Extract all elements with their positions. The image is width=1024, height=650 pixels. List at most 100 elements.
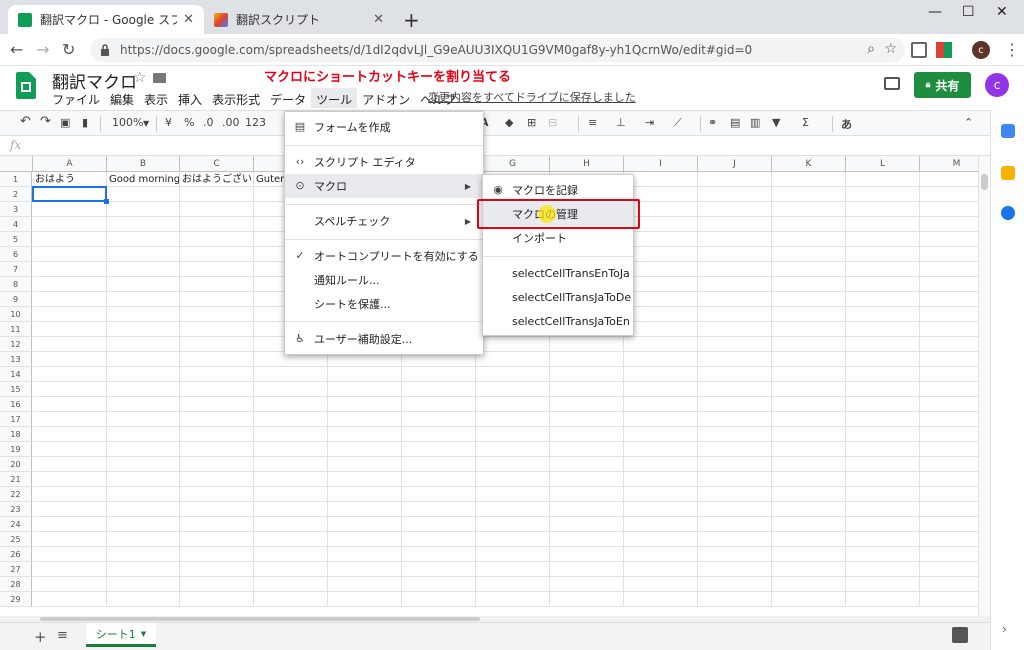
cell-m23[interactable] — [920, 502, 978, 517]
cell-i20[interactable] — [624, 457, 698, 472]
cell-j20[interactable] — [698, 457, 772, 472]
cell-k29[interactable] — [772, 592, 846, 607]
cell-h24[interactable] — [550, 517, 624, 532]
cell-c29[interactable] — [180, 592, 254, 607]
cell-c9[interactable] — [180, 292, 254, 307]
cell-f15[interactable] — [402, 382, 476, 397]
share-button[interactable]: 🔒︎ 共有 — [914, 72, 971, 98]
cell-m1[interactable] — [920, 172, 978, 187]
cell-a24[interactable] — [33, 517, 107, 532]
cell-k9[interactable] — [772, 292, 846, 307]
cell-d20[interactable] — [254, 457, 328, 472]
formula-bar[interactable]: fx — [0, 137, 990, 156]
cell-a21[interactable] — [33, 472, 107, 487]
row-header[interactable]: 13 — [0, 352, 32, 367]
cell-g14[interactable] — [476, 367, 550, 382]
column-header[interactable]: J — [698, 156, 772, 172]
cell-b8[interactable] — [107, 277, 180, 292]
cell-j1[interactable] — [698, 172, 772, 187]
cell-l14[interactable] — [846, 367, 920, 382]
cell-j24[interactable] — [698, 517, 772, 532]
vertical-align-icon[interactable]: ⊥ — [616, 116, 626, 129]
cell-a19[interactable] — [33, 442, 107, 457]
comment-history-icon[interactable] — [884, 77, 900, 90]
cell-m28[interactable] — [920, 577, 978, 592]
cell-c20[interactable] — [180, 457, 254, 472]
cell-c15[interactable] — [180, 382, 254, 397]
cell-j11[interactable] — [698, 322, 772, 337]
cell-m8[interactable] — [920, 277, 978, 292]
undo-icon[interactable]: ↶ — [20, 114, 31, 129]
cell-g23[interactable] — [476, 502, 550, 517]
cell-h23[interactable] — [550, 502, 624, 517]
cell-m27[interactable] — [920, 562, 978, 577]
cell-b15[interactable] — [107, 382, 180, 397]
row-header[interactable]: 25 — [0, 532, 32, 547]
cell-a5[interactable] — [33, 232, 107, 247]
collapse-toolbar-icon[interactable]: ⌃ — [964, 116, 973, 129]
row-header[interactable]: 12 — [0, 337, 32, 352]
column-header[interactable]: I — [624, 156, 698, 172]
cell-a13[interactable] — [33, 352, 107, 367]
cell-a25[interactable] — [33, 532, 107, 547]
cell-l6[interactable] — [846, 247, 920, 262]
cell-l21[interactable] — [846, 472, 920, 487]
minimize-icon[interactable]: — — [928, 4, 942, 20]
cell-m10[interactable] — [920, 307, 978, 322]
new-tab-icon[interactable]: + — [403, 8, 420, 32]
menu-tools[interactable]: ツール — [311, 88, 358, 108]
cell-g26[interactable] — [476, 547, 550, 562]
menu-item-import[interactable]: インポート — [483, 226, 633, 250]
cell-m11[interactable] — [920, 322, 978, 337]
row-header[interactable]: 14 — [0, 367, 32, 382]
cell-f29[interactable] — [402, 592, 476, 607]
cell-a16[interactable] — [33, 397, 107, 412]
expand-panel-icon[interactable]: › — [1002, 622, 1007, 636]
cell-j17[interactable] — [698, 412, 772, 427]
cell-m24[interactable] — [920, 517, 978, 532]
cell-c5[interactable] — [180, 232, 254, 247]
cell-m13[interactable] — [920, 352, 978, 367]
cell-c10[interactable] — [180, 307, 254, 322]
merge-cells-icon[interactable]: ⊟ — [548, 116, 557, 129]
cell-l27[interactable] — [846, 562, 920, 577]
cell-i7[interactable] — [624, 262, 698, 277]
percent-format-button[interactable]: % — [184, 116, 194, 129]
cell-e15[interactable] — [328, 382, 402, 397]
cell-b9[interactable] — [107, 292, 180, 307]
insert-chart-icon[interactable]: ▥ — [750, 116, 760, 129]
cell-b28[interactable] — [107, 577, 180, 592]
decrease-decimal-button[interactable]: .0 — [203, 116, 214, 129]
cell-h26[interactable] — [550, 547, 624, 562]
cell-c26[interactable] — [180, 547, 254, 562]
cell-h28[interactable] — [550, 577, 624, 592]
cell-h19[interactable] — [550, 442, 624, 457]
cell-b14[interactable] — [107, 367, 180, 382]
cell-g24[interactable] — [476, 517, 550, 532]
column-header[interactable]: B — [107, 156, 180, 172]
cell-m18[interactable] — [920, 427, 978, 442]
cell-f24[interactable] — [402, 517, 476, 532]
cell-j3[interactable] — [698, 202, 772, 217]
cell-k7[interactable] — [772, 262, 846, 277]
cell-c2[interactable] — [180, 187, 254, 202]
cell-l11[interactable] — [846, 322, 920, 337]
cell-i21[interactable] — [624, 472, 698, 487]
star-icon[interactable]: ☆ — [133, 68, 146, 86]
cell-j5[interactable] — [698, 232, 772, 247]
cell-b29[interactable] — [107, 592, 180, 607]
cell-b11[interactable] — [107, 322, 180, 337]
cell-l1[interactable] — [846, 172, 920, 187]
cell-k8[interactable] — [772, 277, 846, 292]
row-header[interactable]: 1 — [0, 172, 32, 187]
cell-d19[interactable] — [254, 442, 328, 457]
cell-h12[interactable] — [550, 337, 624, 352]
keep-icon[interactable] — [1001, 166, 1015, 180]
cell-j26[interactable] — [698, 547, 772, 562]
browser-tab-sheets[interactable]: 翻訳マクロ - Google スプレッドシート ✕ — [8, 5, 204, 34]
cell-l19[interactable] — [846, 442, 920, 457]
cell-i22[interactable] — [624, 487, 698, 502]
column-header[interactable]: L — [846, 156, 920, 172]
select-all-corner[interactable] — [0, 156, 33, 172]
close-tab-icon[interactable]: ✕ — [373, 12, 384, 27]
